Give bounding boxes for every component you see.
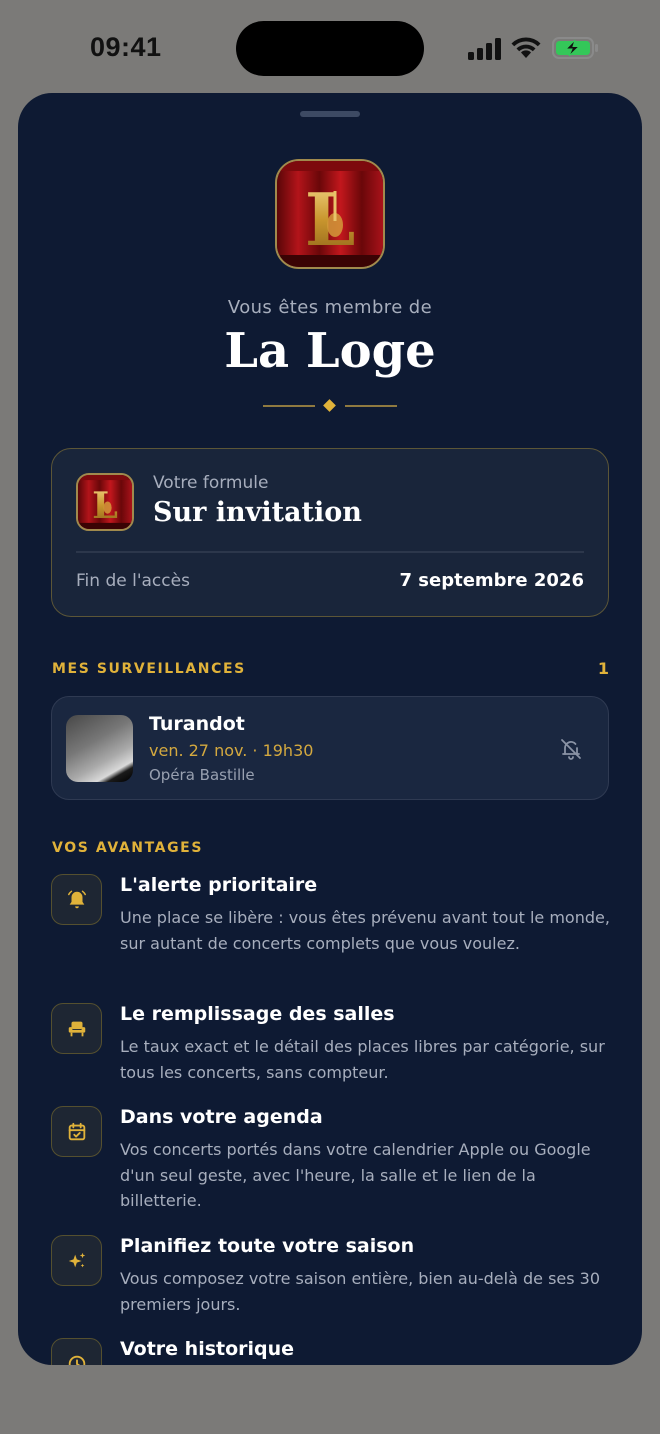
benefit-icon-box [51, 874, 102, 925]
diamond-icon [323, 399, 336, 412]
plan-logo: L [76, 473, 134, 531]
watch-item[interactable]: Turandot ven. 27 nov. · 19h30 Opéra Bast… [51, 696, 609, 800]
status-bar: 09:41 [0, 0, 660, 94]
benefit-icon-box [51, 1003, 102, 1054]
access-end-date: 7 septembre 2026 [399, 570, 585, 591]
calendar-check-icon [68, 1122, 85, 1140]
benefit-title: Votre historique [120, 1338, 295, 1360]
benefit-title: Le remplissage des salles [120, 1003, 395, 1025]
event-venue: Opéra Bastille [149, 766, 255, 784]
plan-name: Sur invitation [153, 497, 362, 528]
benefit-icon-box [51, 1338, 102, 1365]
benefit-description: Une place se libère : vous êtes prévenu … [120, 908, 610, 953]
app-logo: L [275, 159, 385, 269]
bell-icon [67, 890, 86, 908]
benefit-icon-box [51, 1235, 102, 1286]
benefit-title: L'alerte prioritaire [120, 874, 318, 896]
plan-caption: Votre formule [153, 473, 269, 493]
wifi-icon [511, 37, 541, 58]
sheet-grabber[interactable] [300, 111, 360, 117]
benefit-description: Le taux exact et le détail des places li… [120, 1037, 605, 1082]
bell-off-icon[interactable] [559, 737, 583, 761]
dynamic-island [236, 21, 424, 76]
plan-divider [76, 551, 584, 553]
plan-card: L Votre formule Sur invitation Fin de l'… [51, 448, 609, 617]
seat-icon [68, 1021, 85, 1036]
status-time: 09:41 [90, 32, 162, 62]
benefit-title: Dans votre agenda [120, 1106, 323, 1128]
watches-count: 1 [597, 659, 609, 678]
benefit-description: Vous composez votre saison entière, bien… [120, 1269, 601, 1314]
membership-sheet: L Vous êtes membre de La Loge L Votre fo… [18, 93, 642, 1365]
benefit-description: Vos concerts portés dans votre calendrie… [120, 1140, 591, 1210]
battery-charging-icon [552, 37, 598, 59]
benefit-icon-box [51, 1106, 102, 1157]
watches-section-header: MES SURVEILLANCES [52, 661, 246, 677]
event-date: ven. 27 nov. · 19h30 [149, 741, 314, 760]
benefits-section-header: VOS AVANTAGES [52, 840, 204, 856]
event-title: Turandot [149, 713, 245, 735]
history-icon [68, 1355, 85, 1365]
access-end-label: Fin de l'accès [76, 571, 190, 591]
benefit-title: Planifiez toute votre saison [120, 1235, 415, 1257]
member-label: Vous êtes membre de [227, 297, 433, 318]
app-title: La Loge [224, 323, 436, 379]
title-divider [263, 398, 397, 414]
sparkles-icon [68, 1252, 85, 1267]
event-thumbnail [66, 715, 133, 782]
cellular-signal-icon [468, 38, 501, 60]
